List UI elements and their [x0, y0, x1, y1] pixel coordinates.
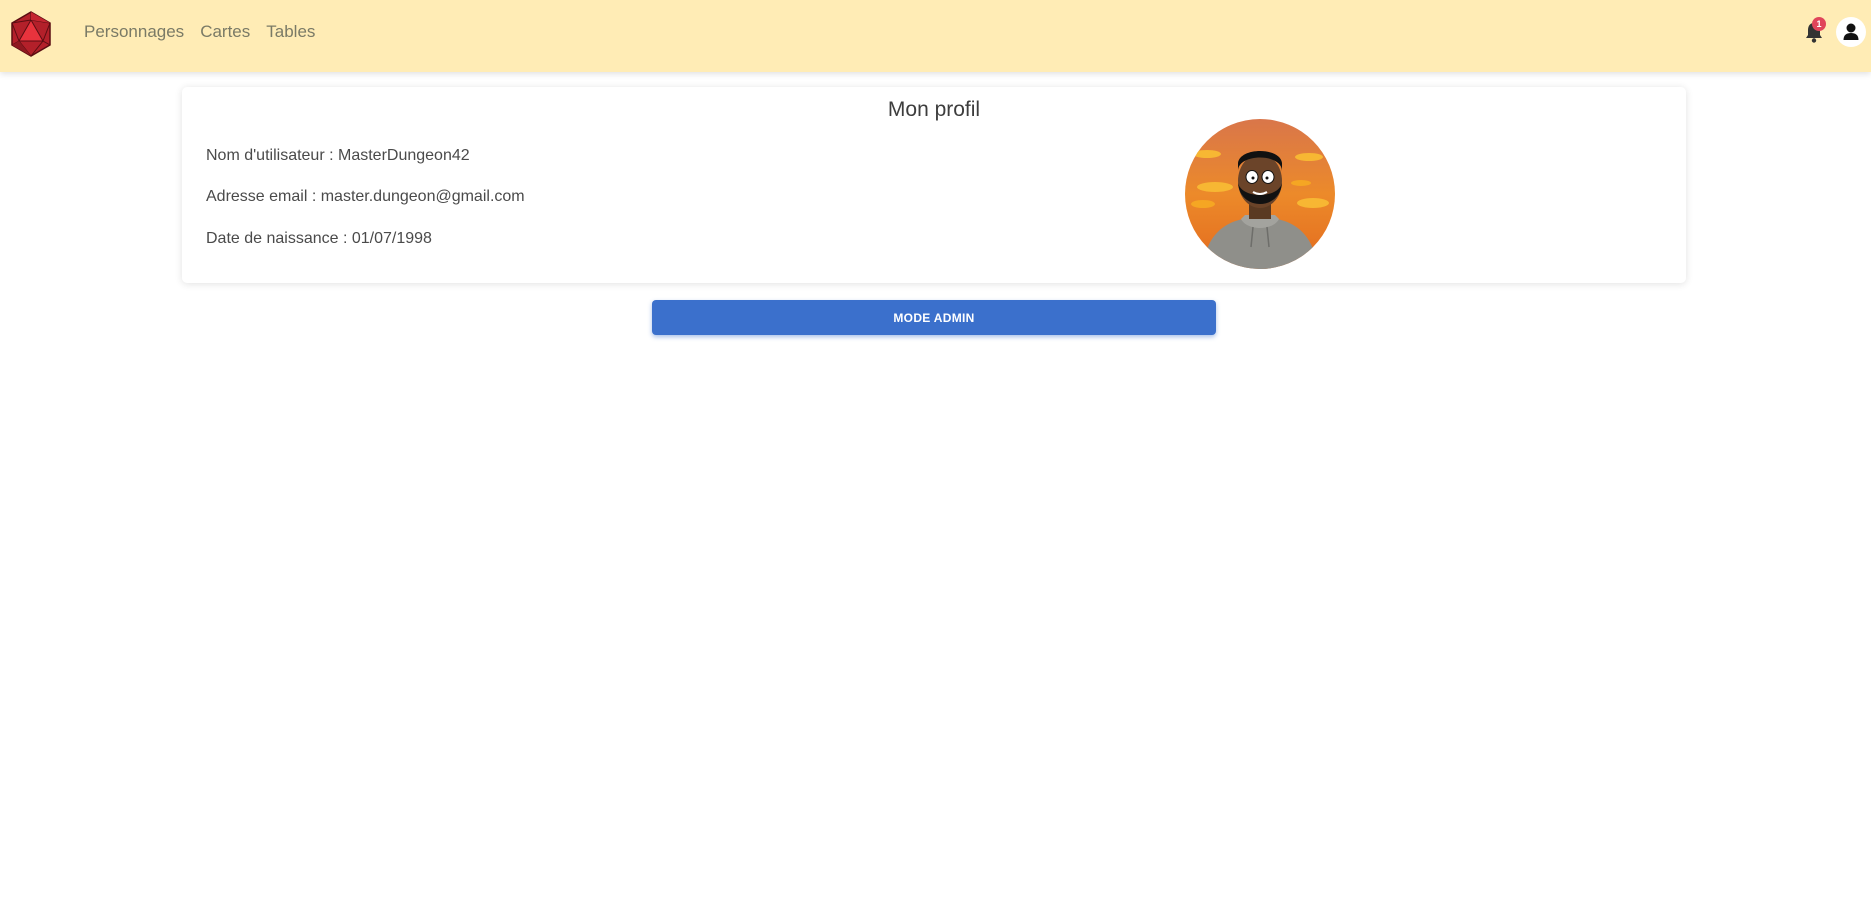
user-menu-button[interactable]	[1836, 17, 1866, 47]
avatar	[1185, 119, 1335, 269]
profile-card: Mon profil Nom d'utilisateur : MasterDun…	[182, 87, 1686, 283]
page-title: Mon profil	[887, 98, 981, 121]
nav-link-personnages[interactable]: Personnages	[84, 18, 184, 46]
avatar-image	[1185, 119, 1335, 269]
nav-links: Personnages Cartes Tables	[84, 0, 315, 64]
admin-mode-button[interactable]: MODE ADMIN	[652, 300, 1216, 335]
birthdate-line: Date de naissance : 01/07/1998	[206, 230, 432, 247]
username-line: Nom d'utilisateur : MasterDungeon42	[206, 147, 470, 164]
notification-badge: 1	[1812, 17, 1826, 31]
nav-link-cartes[interactable]: Cartes	[200, 18, 250, 46]
user-icon	[1843, 23, 1859, 40]
email-line: Adresse email : master.dungeon@gmail.com	[206, 188, 525, 205]
nav-link-tables[interactable]: Tables	[266, 18, 315, 46]
navbar: Personnages Cartes Tables 1	[0, 0, 1871, 72]
d20-dice-icon[interactable]	[10, 11, 52, 57]
